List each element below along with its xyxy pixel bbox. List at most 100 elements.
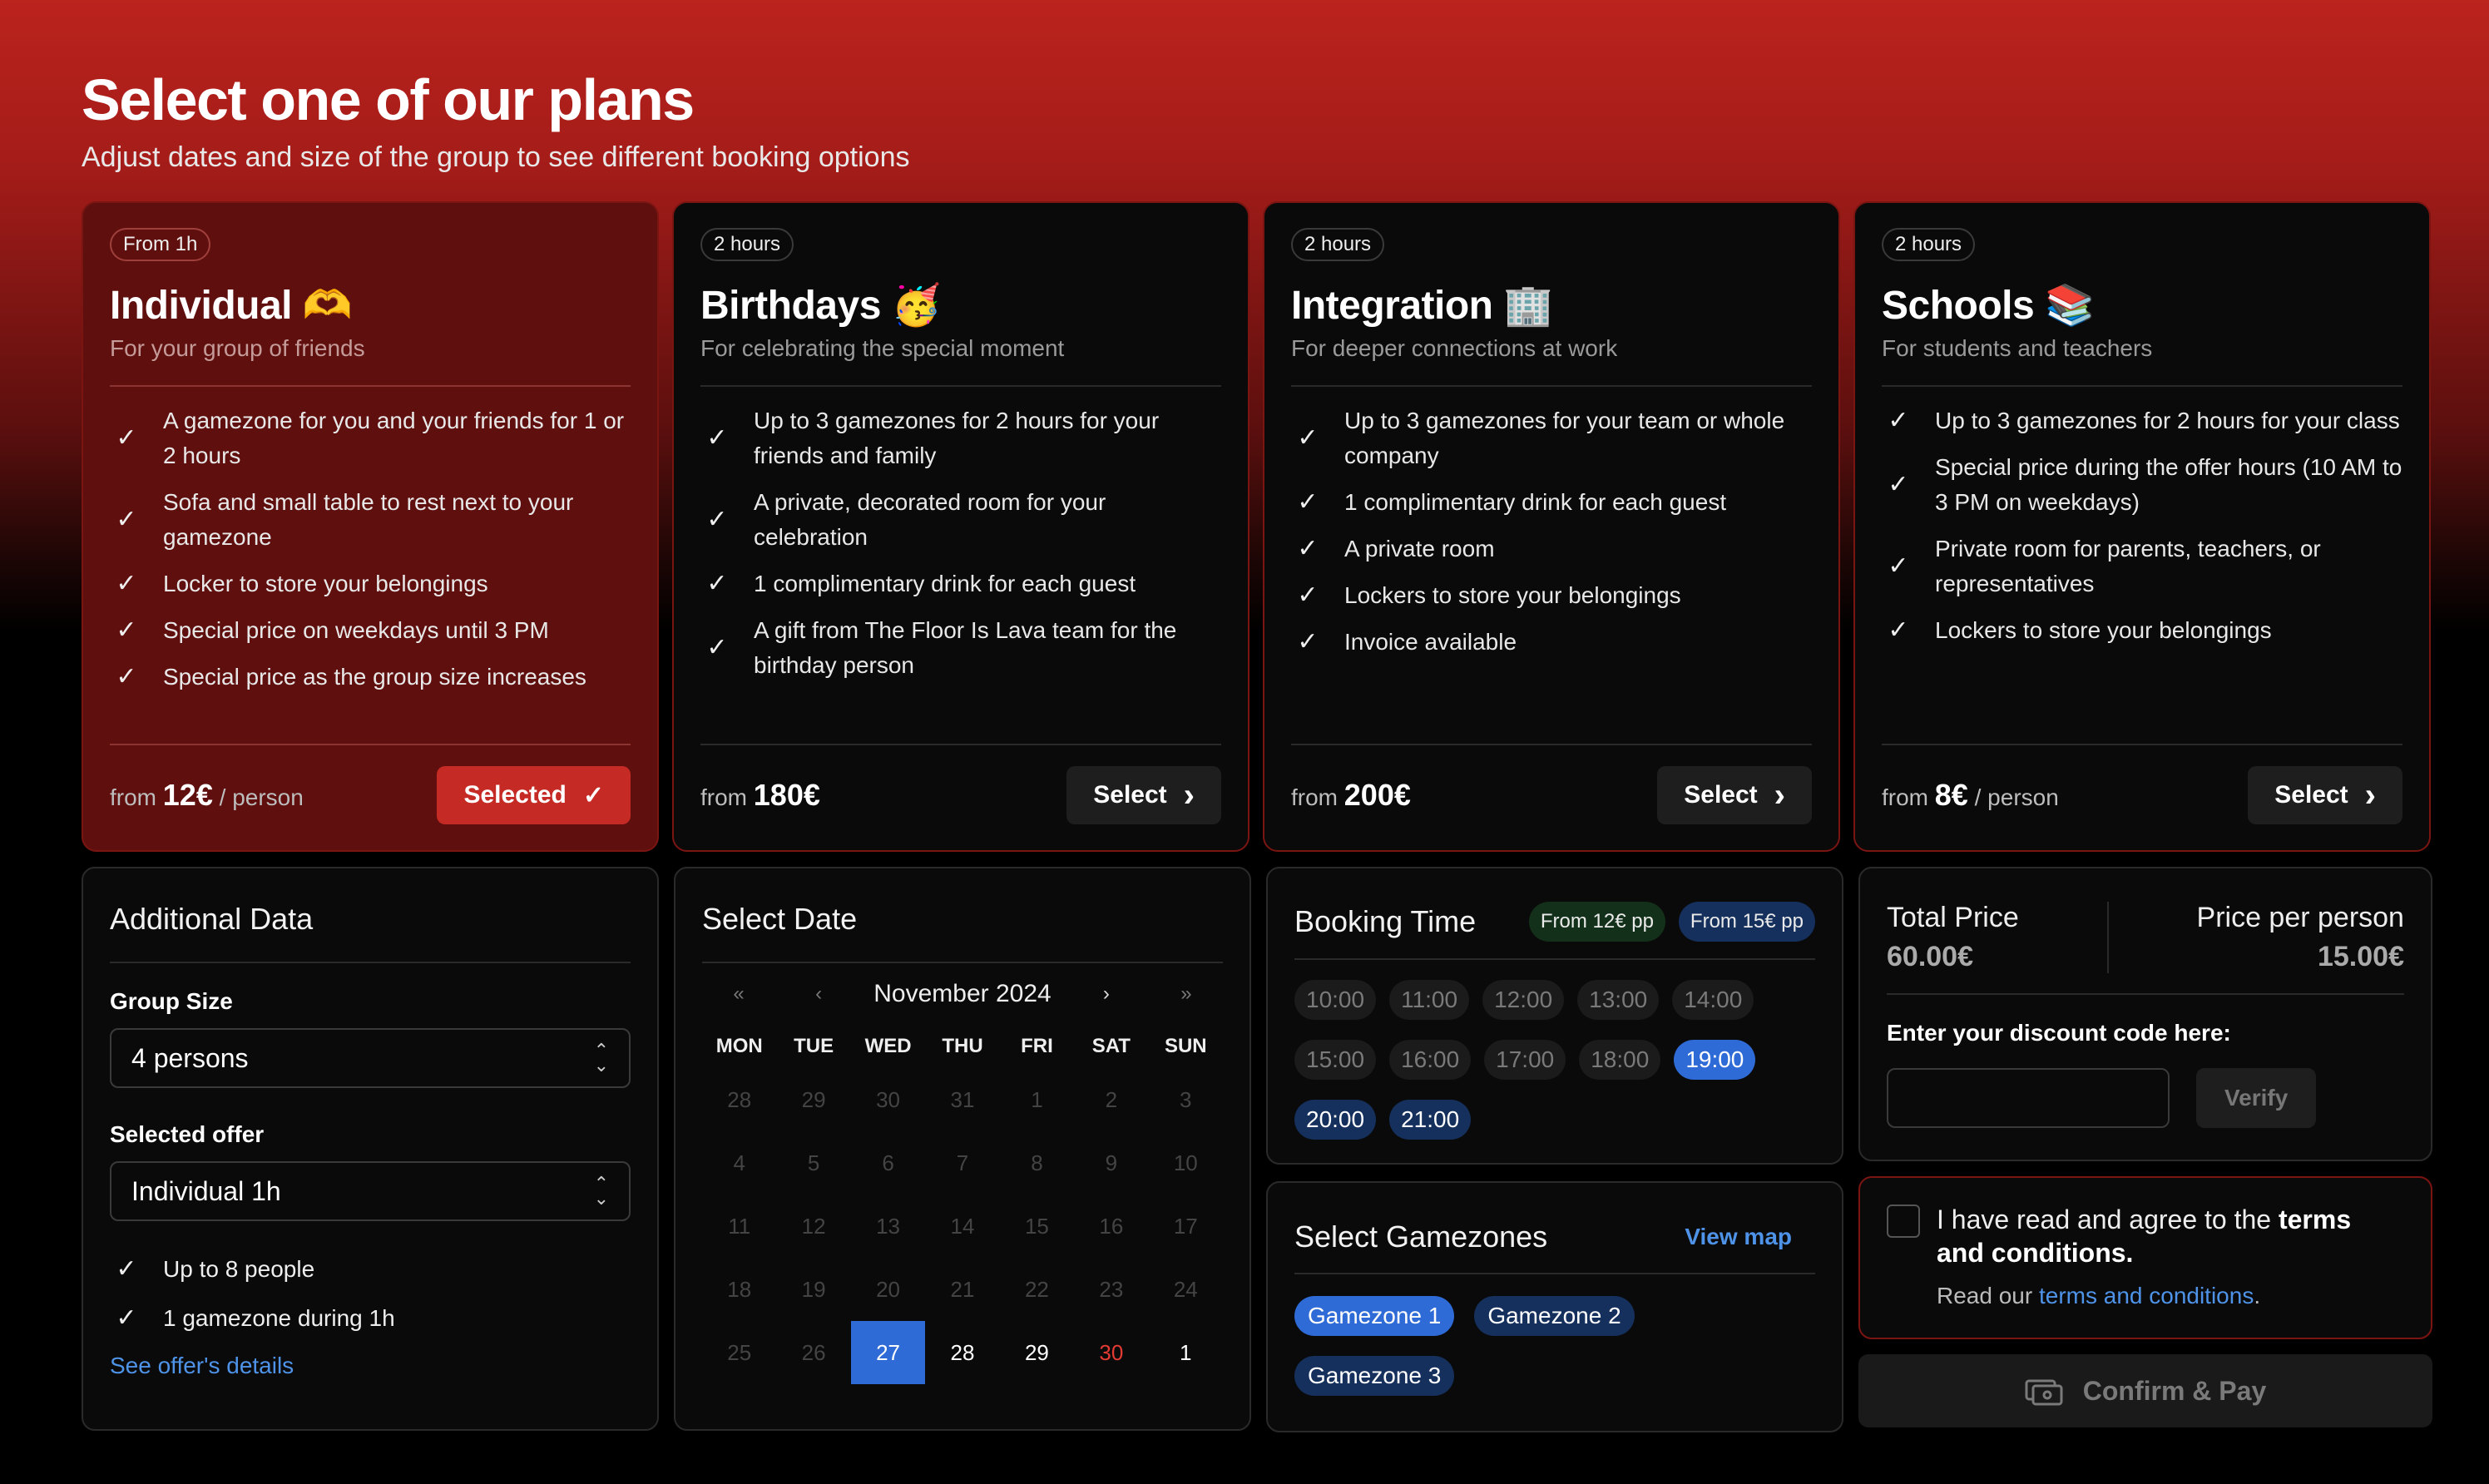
terms-panel: I have read and agree to the terms and c… <box>1858 1176 2432 1339</box>
check-icon: ✓ <box>116 616 137 644</box>
time-slot[interactable]: 12:00 <box>1482 980 1565 1020</box>
page-title: Select one of our plans <box>82 67 695 132</box>
calendar-day[interactable]: 28 <box>702 1068 776 1131</box>
calendar-day[interactable]: 10 <box>1149 1131 1223 1195</box>
calendar-day[interactable]: 19 <box>776 1258 850 1321</box>
check-icon: ✓ <box>1297 424 1319 452</box>
time-slot[interactable]: 11:00 <box>1389 980 1470 1020</box>
calendar-day[interactable]: 25 <box>702 1321 776 1384</box>
calendar-day[interactable]: 27 <box>850 1321 926 1384</box>
plan-card-schools[interactable]: 2 hours Schools 📚 For students and teacher… <box>1853 201 2431 852</box>
calendar-day[interactable]: 8 <box>1000 1131 1074 1195</box>
calendar-day[interactable]: 30 <box>851 1068 925 1131</box>
calendar-day[interactable]: 4 <box>702 1131 776 1195</box>
feature-text: Locker to store your belongings <box>163 571 488 596</box>
chevron-right-icon: › <box>1774 776 1785 814</box>
plan-description: For your group of friends <box>110 335 365 361</box>
calendar-day[interactable]: 16 <box>1074 1195 1148 1258</box>
view-map-link[interactable]: View map <box>1685 1224 1792 1250</box>
next-month-button[interactable]: › <box>1081 982 1131 1006</box>
calendar-day[interactable]: 31 <box>925 1068 999 1131</box>
verify-button[interactable]: Verify <box>2196 1068 2317 1128</box>
time-slot[interactable]: 19:00 <box>1674 1040 1756 1080</box>
time-slot[interactable]: 10:00 <box>1294 980 1377 1020</box>
calendar-day[interactable]: 15 <box>1000 1195 1074 1258</box>
time-slot[interactable]: 16:00 <box>1389 1040 1472 1080</box>
plan-card-individual[interactable]: From 1h Individual 🫶 For your group of fri… <box>82 201 659 852</box>
feature-item: ✓ A private, decorated room for your cele… <box>700 485 1221 555</box>
selected-offer-select[interactable]: Individual 1h ⌃ ⌄ <box>110 1161 631 1221</box>
time-slot[interactable]: 13:00 <box>1577 980 1660 1020</box>
next-year-button[interactable]: » <box>1161 982 1211 1006</box>
time-slot[interactable]: 20:00 <box>1294 1100 1377 1140</box>
time-slot[interactable]: 14:00 <box>1672 980 1754 1020</box>
time-slot[interactable]: 15:00 <box>1294 1040 1377 1080</box>
calendar-day[interactable]: 21 <box>925 1258 999 1321</box>
gamezone-chip[interactable]: Gamezone 1 <box>1294 1296 1455 1336</box>
calendar-day[interactable]: 26 <box>776 1321 850 1384</box>
prev-month-button[interactable]: ‹ <box>794 982 844 1006</box>
select-button[interactable]: Select › <box>1066 766 1221 824</box>
calendar-day[interactable]: 17 <box>1149 1195 1223 1258</box>
confirm-pay-button[interactable]: Confirm & Pay <box>1858 1354 2432 1427</box>
calendar-day[interactable]: 23 <box>1074 1258 1148 1321</box>
calendar-day[interactable]: 6 <box>851 1131 925 1195</box>
group-size-select[interactable]: 4 persons ⌃ ⌄ <box>110 1028 631 1088</box>
calendar-day[interactable]: 22 <box>1000 1258 1074 1321</box>
selected-button[interactable]: Selected ✓ <box>437 766 631 824</box>
select-button[interactable]: Select › <box>2248 766 2402 824</box>
terms-link[interactable]: terms and conditions <box>2039 1283 2254 1308</box>
check-icon: ✓ <box>1297 488 1319 516</box>
feature-text: Lockers to store your belongings <box>1344 582 1681 608</box>
feature-text: A private room <box>1344 536 1495 561</box>
calendar-day[interactable]: 30 <box>1074 1321 1148 1384</box>
updown-icon: ⌃ ⌄ <box>593 1173 609 1209</box>
calendar-day[interactable]: 29 <box>1000 1321 1074 1384</box>
cash-icon <box>2025 1379 2063 1406</box>
check-icon: ✓ <box>706 570 728 597</box>
calendar-day[interactable]: 3 <box>1149 1068 1223 1131</box>
calendar-day[interactable]: 24 <box>1149 1258 1223 1321</box>
time-slot[interactable]: 21:00 <box>1389 1100 1472 1140</box>
feature-item: ✓ 1 complimentary drink for each guest <box>700 566 1221 601</box>
calendar-day[interactable]: 29 <box>776 1068 850 1131</box>
calendar-day[interactable]: 7 <box>925 1131 999 1195</box>
calendar-day[interactable]: 9 <box>1074 1131 1148 1195</box>
weekday-header: SAT <box>1091 1035 1131 1057</box>
time-slot[interactable]: 17:00 <box>1484 1040 1566 1080</box>
button-label: Selected <box>463 781 567 809</box>
calendar-day[interactable]: 18 <box>702 1258 776 1321</box>
calendar-day[interactable]: 20 <box>851 1258 925 1321</box>
discount-input[interactable] <box>1887 1068 2170 1128</box>
calendar-day[interactable]: 13 <box>851 1195 925 1258</box>
group-size-value: 4 persons <box>131 1042 249 1073</box>
booking-time-title: Booking Time <box>1294 904 1477 938</box>
gamezone-chip[interactable]: Gamezone 2 <box>1474 1296 1635 1336</box>
calendar-day[interactable]: 1 <box>1000 1068 1074 1131</box>
prev-year-button[interactable]: « <box>714 982 764 1006</box>
terms-checkbox[interactable] <box>1887 1205 1920 1238</box>
plan-card-integration[interactable]: 2 hours Integration 🏢 For deeper connectio… <box>1263 201 1840 852</box>
time-slot[interactable]: 18:00 <box>1579 1040 1661 1080</box>
calendar-day[interactable]: 5 <box>776 1131 850 1195</box>
calendar-day[interactable]: 11 <box>702 1195 776 1258</box>
plan-card-birthdays[interactable]: 2 hours Birthdays 🥳 For celebrating the sp… <box>672 201 1249 852</box>
offer-details-link[interactable]: See offer's details <box>110 1353 294 1378</box>
calendar-day[interactable]: 14 <box>925 1195 999 1258</box>
feature-text: A gamezone for you and your friends for … <box>163 408 625 468</box>
calendar-day[interactable]: 12 <box>776 1195 850 1258</box>
chevron-right-icon: › <box>2364 776 2376 814</box>
divider <box>1882 385 2402 387</box>
calendar-day[interactable]: 1 <box>1149 1321 1223 1384</box>
calendar-day[interactable]: 28 <box>925 1321 999 1384</box>
duration-badge: 2 hours <box>700 228 794 261</box>
divider <box>110 962 631 963</box>
calendar-day[interactable]: 2 <box>1074 1068 1148 1131</box>
select-button[interactable]: Select › <box>1657 766 1812 824</box>
price-per-person: Price per person 15.00€ <box>2197 902 2404 973</box>
discount-row: Verify <box>1887 1068 2404 1128</box>
plan-price: from 8€ / person <box>1882 778 2059 813</box>
weekday-header: THU <box>942 1035 983 1057</box>
feature-text: 1 complimentary drink for each guest <box>754 571 1136 596</box>
gamezone-chip[interactable]: Gamezone 3 <box>1294 1356 1455 1396</box>
